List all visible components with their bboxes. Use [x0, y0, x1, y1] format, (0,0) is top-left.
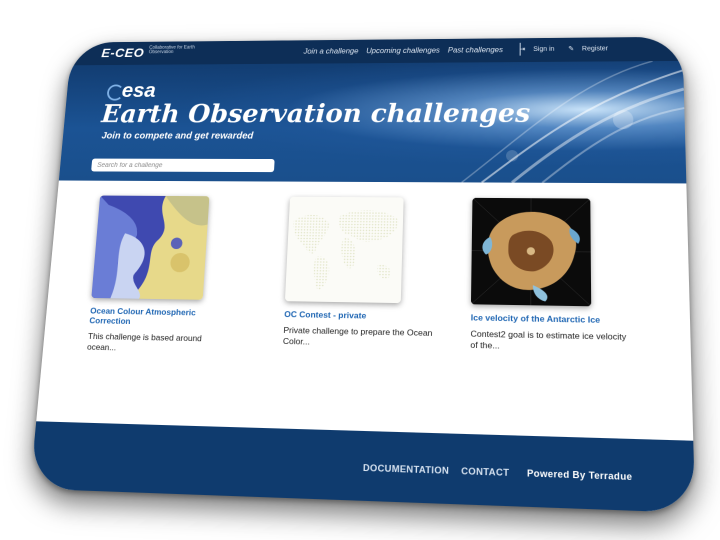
nav-upcoming-challenges[interactable]: Upcoming challenges	[366, 46, 440, 55]
register-label: Register	[581, 45, 609, 53]
challenge-thumbnail-oc-contest[interactable]	[284, 196, 404, 304]
challenge-card[interactable]: Ocean Colour Atmospheric Correction This…	[86, 195, 242, 356]
page-title: Earth Observation challenges	[100, 99, 531, 129]
brand-tagline: Collaborative for Earth Observation	[148, 44, 195, 56]
footer-documentation-link[interactable]: DOCUMENTATION	[363, 462, 449, 475]
brand-logo[interactable]: E-CEO	[101, 45, 145, 59]
challenge-description: Private challenge to prepare the Ocean C…	[282, 324, 433, 347]
challenge-description: Contest2 goal is to estimate ice velocit…	[470, 328, 627, 351]
footer-contact-link[interactable]: CONTACT	[461, 466, 509, 478]
antarctica-map-image	[470, 197, 592, 307]
footer-powered-by[interactable]: Powered By Terradue	[527, 468, 632, 482]
challenge-title[interactable]: Ocean Colour Atmospheric Correction	[89, 306, 235, 328]
auth-links: ⇥ Sign in ✎ Register	[508, 45, 609, 53]
nav-past-challenges[interactable]: Past challenges	[448, 46, 503, 55]
nav-join-challenge[interactable]: Join a challenge	[303, 47, 358, 56]
challenge-description: This challenge is based around ocean...	[86, 331, 203, 353]
page: E-CEO Collaborative for Earth Observatio…	[0, 0, 720, 540]
challenge-card[interactable]: OC Contest - private Private challenge t…	[282, 196, 438, 350]
main-nav: Join a challenge Upcoming challenges Pas…	[298, 46, 503, 56]
signin-link[interactable]: ⇥ Sign in	[514, 46, 555, 53]
challenge-list: Ocean Colour Atmospheric Correction This…	[73, 195, 671, 414]
challenge-card[interactable]: Ice velocity of the Antarctic Ice Contes…	[470, 197, 628, 354]
signin-icon: ⇥	[519, 46, 526, 53]
page-subtitle: Join to compete and get rewarded	[101, 131, 254, 142]
challenge-title[interactable]: Ice velocity of the Antarctic Ice	[471, 312, 628, 325]
hero-banner: esa Earth Observation challenges Join to…	[58, 60, 686, 184]
browser-page-card: E-CEO Collaborative for Earth Observatio…	[29, 36, 696, 513]
register-link[interactable]: ✎ Register	[562, 46, 608, 53]
signin-label: Sign in	[533, 46, 555, 53]
esa-logo-text: esa	[121, 78, 157, 102]
footer: DOCUMENTATION CONTACT Powered By Terradu…	[29, 421, 696, 513]
challenge-thumbnail-antarctic-ice[interactable]	[470, 197, 592, 307]
ocean-colour-map-image	[91, 195, 210, 300]
register-icon: ✎	[568, 45, 575, 53]
search-input[interactable]	[91, 158, 275, 173]
world-map-image	[284, 196, 404, 304]
challenge-thumbnail-ocean-colour[interactable]	[91, 195, 210, 300]
challenge-title[interactable]: OC Contest - private	[284, 309, 435, 322]
